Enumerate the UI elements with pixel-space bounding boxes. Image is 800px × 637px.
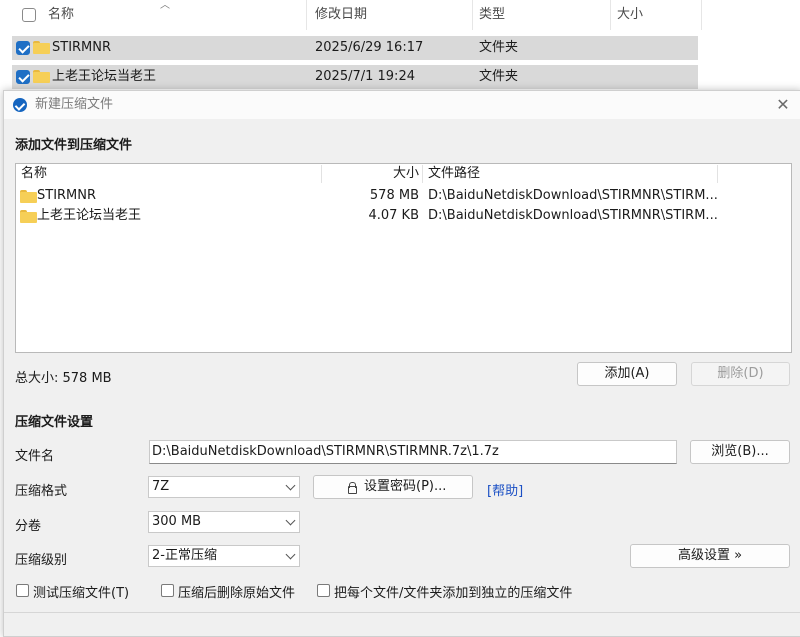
set-password-label: 设置密码(P)... — [364, 479, 447, 494]
file-name: 上老王论坛当老王 — [52, 69, 157, 84]
help-link[interactable]: [帮助] — [487, 480, 523, 499]
sort-ascending-icon: ︿ — [160, 0, 170, 11]
level-label: 压缩级别 — [15, 553, 68, 568]
file-explorer: ︿ 名称 修改日期 类型 大小 STIRMNR 2025/6/29 16:17 … — [0, 0, 800, 92]
list-item-path: D:\BaiduNetdiskDownload\STIRMNR\STIRM... — [428, 188, 718, 203]
file-modified: 2025/7/1 19:24 — [315, 69, 415, 84]
column-modified[interactable]: 修改日期 — [315, 0, 367, 32]
dialog-titlebar[interactable]: 新建压缩文件 ✕ — [4, 91, 800, 119]
split-value: 300 MB — [152, 514, 202, 529]
column-size[interactable]: 大小 — [617, 0, 643, 32]
column-name[interactable]: 名称 — [48, 0, 74, 32]
select-all-checkbox[interactable] — [22, 8, 36, 22]
set-password-button[interactable]: 设置密码(P)... — [313, 475, 473, 499]
file-modified: 2025/6/29 16:17 — [315, 40, 424, 55]
explorer-row[interactable]: 上老王论坛当老王 2025/7/1 19:24 文件夹 — [12, 65, 698, 89]
test-archive-label[interactable]: 测试压缩文件(T) — [33, 582, 129, 601]
list-item[interactable]: 上老王论坛当老王 4.07 KB D:\BaiduNetdiskDownload… — [16, 206, 791, 226]
separate-archives-label[interactable]: 把每个文件/文件夹添加到独立的压缩文件 — [334, 582, 572, 601]
chevron-down-icon — [285, 480, 296, 491]
explorer-column-header: ︿ 名称 修改日期 类型 大小 — [0, 0, 702, 32]
column-type[interactable]: 类型 — [479, 0, 505, 32]
delete-button[interactable]: 删除(D) — [691, 362, 790, 386]
list-item-name: STIRMNR — [37, 188, 97, 203]
file-type: 文件夹 — [479, 40, 519, 55]
bandizip-app-icon — [13, 98, 27, 112]
list-column-name[interactable]: 名称 — [21, 164, 47, 184]
file-list-header: 名称 大小 文件路径 — [16, 164, 791, 184]
file-list[interactable]: 名称 大小 文件路径 STIRMNR 578 MB D:\BaiduNetdis… — [15, 163, 792, 353]
split-label: 分卷 — [15, 519, 42, 534]
close-icon[interactable]: ✕ — [773, 95, 793, 115]
chevron-down-icon — [285, 515, 296, 526]
add-files-heading: 添加文件到压缩文件 — [15, 138, 133, 153]
delete-after-checkbox[interactable] — [161, 584, 174, 597]
file-type: 文件夹 — [479, 69, 519, 84]
browse-button[interactable]: 浏览(B)... — [690, 440, 790, 464]
separate-archives-checkbox[interactable] — [317, 584, 330, 597]
list-column-size[interactable]: 大小 — [367, 164, 419, 184]
level-value: 2-正常压缩 — [152, 548, 217, 563]
divider — [4, 612, 800, 613]
lock-icon — [348, 482, 357, 494]
total-size-label: 总大小: 578 MB — [15, 371, 112, 386]
list-column-path[interactable]: 文件路径 — [428, 164, 480, 184]
filename-label: 文件名 — [15, 449, 55, 464]
row-checkbox[interactable] — [16, 70, 30, 84]
folder-icon — [20, 190, 37, 203]
folder-icon — [20, 210, 37, 223]
explorer-row[interactable]: STIRMNR 2025/6/29 16:17 文件夹 — [12, 36, 698, 60]
split-select[interactable]: 300 MB — [148, 511, 300, 533]
chevron-down-icon — [285, 549, 296, 560]
archive-settings-heading: 压缩文件设置 — [15, 415, 94, 430]
file-name: STIRMNR — [52, 40, 112, 55]
row-checkbox[interactable] — [16, 41, 30, 55]
format-value: 7Z — [152, 479, 170, 494]
folder-icon — [33, 41, 50, 54]
list-item-size: 4.07 KB — [368, 208, 419, 223]
level-select[interactable]: 2-正常压缩 — [148, 545, 300, 567]
test-archive-checkbox[interactable] — [16, 584, 29, 597]
new-archive-dialog: 新建压缩文件 ✕ 添加文件到压缩文件 名称 大小 文件路径 STIRMNR 57… — [3, 90, 800, 637]
dialog-title: 新建压缩文件 — [35, 97, 114, 112]
list-item-name: 上老王论坛当老王 — [37, 208, 142, 223]
folder-icon — [33, 70, 50, 83]
delete-after-label[interactable]: 压缩后删除原始文件 — [178, 582, 295, 601]
advanced-settings-button[interactable]: 高级设置 » — [630, 544, 790, 568]
format-label: 压缩格式 — [15, 484, 68, 499]
list-item[interactable]: STIRMNR 578 MB D:\BaiduNetdiskDownload\S… — [16, 186, 791, 206]
list-item-size: 578 MB — [369, 188, 419, 203]
filename-input[interactable]: D:\BaiduNetdiskDownload\STIRMNR\STIRMNR.… — [149, 440, 677, 464]
format-select[interactable]: 7Z — [148, 476, 300, 498]
add-button[interactable]: 添加(A) — [577, 362, 677, 386]
list-item-path: D:\BaiduNetdiskDownload\STIRMNR\STIRM... — [428, 208, 718, 223]
